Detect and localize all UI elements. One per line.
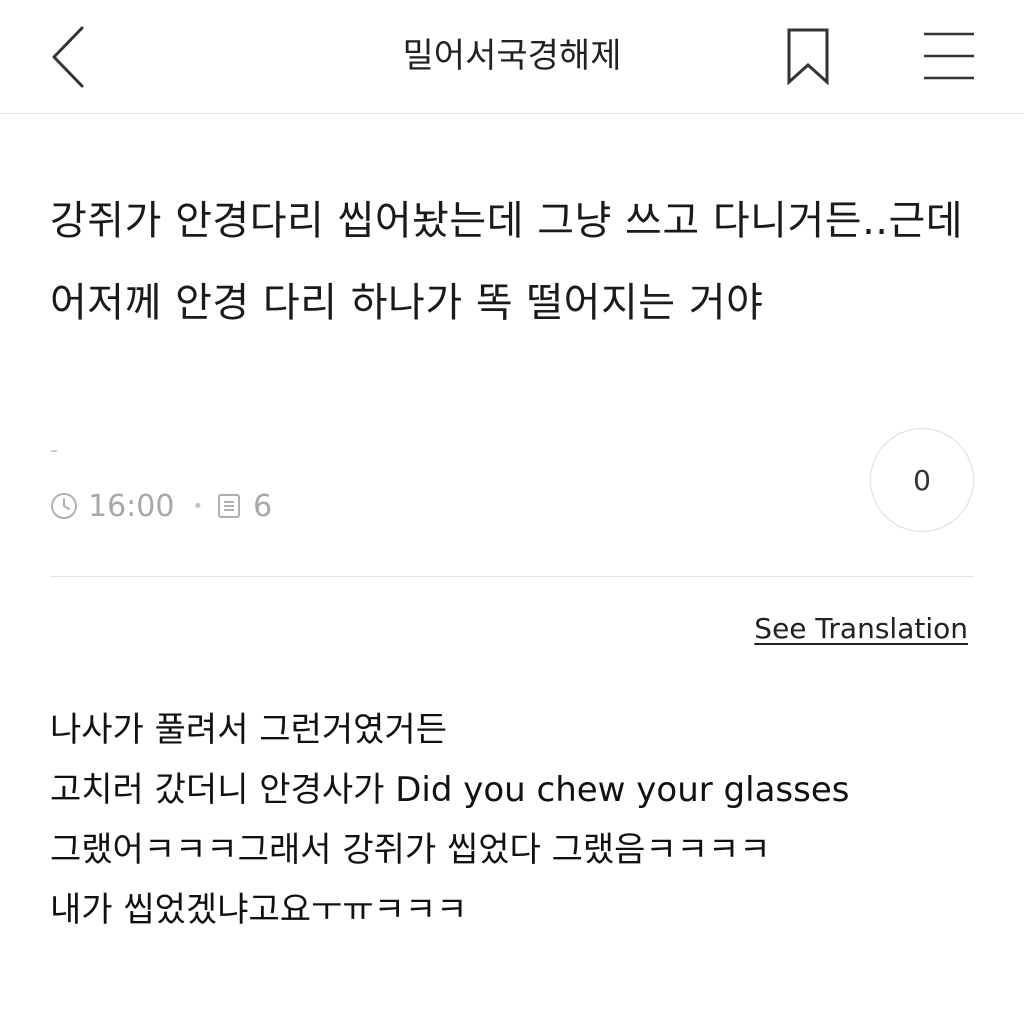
like-button[interactable]: 0 (870, 428, 974, 532)
top-navigation-bar: 밀어서국경해제 (0, 0, 1024, 114)
board-title: 밀어서국경해제 (402, 36, 622, 76)
clock-icon (51, 493, 77, 519)
like-count: 0 (913, 463, 931, 497)
post-body-line: 그랬어ㅋㅋㅋ그래서 강쥐가 씹었다 그랬음ㅋㅋㅋㅋ (50, 830, 771, 870)
post-author: - (50, 438, 58, 463)
post-meta: 16:00 • 6 (50, 486, 272, 526)
hamburger-menu-icon (924, 32, 974, 80)
bookmark-icon (787, 28, 829, 86)
meta-separator: • (192, 495, 204, 517)
menu-button[interactable] (918, 26, 978, 86)
bookmark-button[interactable] (780, 26, 836, 86)
post-title: 강쥐가 안경다리 씹어놨는데 그냥 쓰고 다니거든..근데 어저께 안경 다리 … (50, 198, 964, 326)
comment-list-icon (218, 494, 241, 518)
post-time: 16:00 (88, 488, 175, 524)
post-body: 나사가 풀려서 그런거였거든 고치러 갔더니 안경사가 Did you chew… (50, 700, 990, 940)
comment-count: 6 (253, 488, 273, 524)
see-translation-link[interactable]: See Translation (754, 612, 968, 645)
post-body-line: 나사가 풀려서 그런거였거든 (50, 710, 447, 750)
post-body-line: 고치러 갔더니 안경사가 Did you chew your glasses (50, 770, 850, 810)
content-divider (50, 576, 974, 577)
post-body-line: 내가 씹었겠냐고요ㅜㅠㅋㅋㅋ (50, 890, 468, 930)
